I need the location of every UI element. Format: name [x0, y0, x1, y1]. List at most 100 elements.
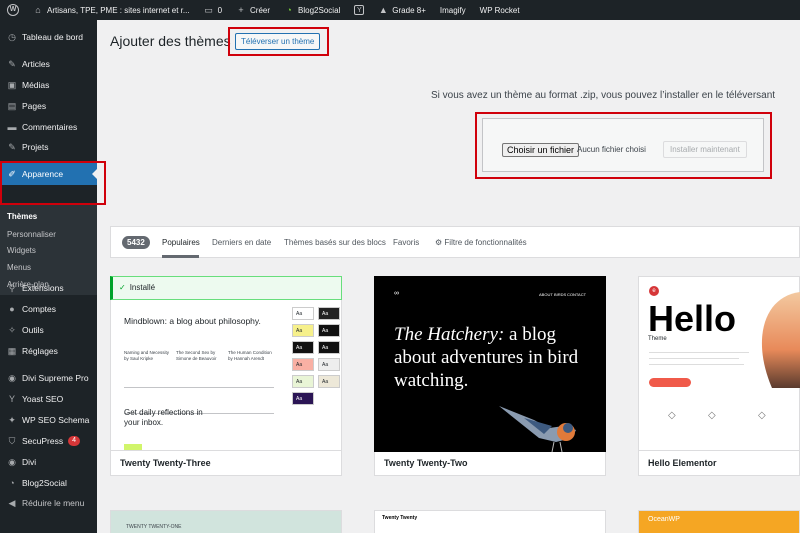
submenu-customize[interactable]: Personnaliser — [7, 230, 56, 239]
collapse-icon: ◀ — [8, 498, 16, 508]
wprocket-menu[interactable]: WP Rocket — [473, 0, 527, 20]
theme-name: Twenty Twenty-Three — [111, 450, 341, 475]
wordpress-icon: W — [7, 4, 19, 16]
imagify-label: Imagify — [439, 5, 466, 15]
sidebar-item-label: Commentaires — [22, 122, 78, 132]
wordpress-logo-menu[interactable]: W — [0, 0, 26, 20]
sidebar-item-articles[interactable]: ✎ Articles — [0, 55, 97, 73]
sidebar-item-plugins[interactable]: ⚲ Extensions — [0, 279, 97, 297]
sidebar-item-blog2social[interactable]: ◔ Blog2Social — [0, 474, 97, 492]
sidebar-item-label: Apparence — [22, 169, 64, 179]
preview-text-line — [649, 352, 749, 353]
theme-name: Twenty Twenty-Two — [375, 450, 605, 475]
admin-sidebar: ◷ Tableau de bord ✎ Articles ▣ Médias ▤ Page… — [0, 20, 97, 533]
install-now-button[interactable]: Installer maintenant — [663, 141, 747, 158]
sidebar-item-label: Divi Supreme Pro — [22, 373, 89, 383]
sidebar-item-label: Projets — [22, 142, 49, 152]
tab-block-themes[interactable]: Thèmes basés sur des blocs — [284, 238, 386, 247]
dashboard-icon: ◷ — [8, 32, 16, 42]
theme-name: Hello Elementor — [639, 450, 799, 475]
sidebar-item-comments[interactable]: ▬ Commentaires — [0, 118, 97, 136]
theme-count-badge: 5432 — [122, 236, 150, 249]
preview-headline: Hello — [648, 298, 737, 339]
choose-file-button[interactable]: Choisir un fichier — [502, 143, 580, 157]
preview-site-title: TWENTY TWENTY-ONE — [126, 524, 182, 530]
style-swatch: Aa — [292, 358, 314, 371]
sidebar-item-label: Extensions — [22, 283, 64, 293]
plus-icon: + — [238, 5, 244, 15]
submenu-widgets[interactable]: Widgets — [7, 246, 36, 255]
sidebar-item-label: Tableau de bord — [22, 32, 83, 42]
sidebar-item-label: Comptes — [22, 304, 57, 314]
page-icon: ▤ — [7, 101, 17, 111]
sidebar-item-label: Articles — [22, 59, 50, 69]
preview-headline-em: The Hatchery: — [394, 324, 505, 345]
blog2social-menu[interactable]: ◔ Blog2Social — [277, 0, 347, 20]
preview-post: Naming and Necessity by Saul Kripke — [124, 350, 170, 361]
sidebar-item-label: Blog2Social — [22, 478, 67, 488]
divi-icon: ◉ — [8, 373, 16, 383]
sidebar-item-yoast[interactable]: Y Yoast SEO — [0, 390, 97, 408]
grade-menu[interactable]: ▲ Grade 8+ — [371, 0, 433, 20]
logo-icon: ∞ — [394, 290, 399, 297]
sidebar-item-label: Outils — [22, 325, 44, 335]
imagify-menu[interactable]: Imagify — [433, 0, 473, 20]
gear-icon: ⚙ — [435, 238, 443, 247]
schema-icon: ✦ — [8, 415, 16, 425]
sidebar-item-users[interactable]: ● Comptes — [0, 300, 97, 318]
sidebar-item-pages[interactable]: ▤ Pages — [0, 97, 97, 115]
admin-bar: W ⌂ Artisans, TPE, PME : sites internet e… — [0, 0, 800, 20]
sidebar-item-tools[interactable]: ✧ Outils — [0, 321, 97, 339]
sidebar-item-wp-seo-schema[interactable]: ✦ WP SEO Schema — [0, 411, 97, 429]
style-swatch: Aa — [292, 375, 314, 388]
style-swatch: Aa — [318, 341, 340, 354]
sunset-image — [761, 292, 800, 388]
settings-icon: ▦ — [7, 346, 17, 356]
sidebar-item-dashboard[interactable]: ◷ Tableau de bord — [0, 28, 97, 46]
preview-post: The Second Sex by Simone de Beauvoir — [176, 350, 217, 361]
upload-theme-button[interactable]: Téléverser un thème — [235, 33, 321, 50]
create-menu[interactable]: + Créer — [229, 0, 277, 20]
grade-label: Grade 8+ — [392, 5, 426, 15]
sidebar-item-collapse[interactable]: ◀ Réduire le menu — [0, 494, 97, 512]
sidebar-item-secupress[interactable]: ⛉ SecuPress 4 — [0, 432, 97, 450]
yoast-menu[interactable]: Y — [347, 0, 371, 20]
installed-notice: ✓ Installé — [110, 276, 342, 300]
site-name-label: Artisans, TPE, PME : sites internet et r… — [47, 5, 190, 15]
style-swatch: Aa — [292, 324, 314, 337]
feature-filter-button[interactable]: ⚙ Filtre de fonctionnalités — [435, 238, 527, 247]
b2s-icon: ◔ — [9, 478, 15, 488]
submenu-themes[interactable]: Thèmes — [7, 212, 37, 221]
comment-icon: ▭ — [204, 5, 213, 15]
user-icon: ● — [9, 304, 15, 314]
submenu-menus[interactable]: Menus — [7, 263, 31, 272]
preview-headline: Mindblown: a blog about philosophy. — [124, 316, 261, 326]
brush-icon: ✐ — [8, 169, 16, 179]
theme-card-twenty-twenty[interactable] — [374, 510, 606, 533]
wprocket-label: WP Rocket — [479, 5, 520, 15]
pyramid-icon: ▲ — [378, 5, 388, 15]
tab-popular[interactable]: Populaires — [162, 238, 200, 247]
comments-count: 0 — [217, 5, 223, 15]
sidebar-item-settings[interactable]: ▦ Réglages — [0, 342, 97, 360]
style-swatch: Aa — [318, 358, 340, 371]
tab-latest[interactable]: Derniers en date — [212, 238, 271, 247]
bird-illustration — [499, 406, 576, 452]
sidebar-item-label: Réduire le menu — [22, 498, 85, 508]
comment-icon: ▬ — [7, 122, 17, 132]
sidebar-item-divi[interactable]: ◉ Divi — [0, 453, 97, 471]
sidebar-item-projects[interactable]: ✎ Projets — [0, 138, 97, 156]
media-icon: ▣ — [7, 80, 17, 90]
feature-icon: ◇ — [758, 410, 766, 421]
preview-text-line — [649, 358, 739, 359]
tab-favorites[interactable]: Favoris — [393, 238, 419, 247]
comments-menu[interactable]: ▭ 0 — [197, 0, 229, 20]
style-swatch: Aa — [318, 324, 340, 337]
blog2social-label: Blog2Social — [298, 5, 341, 15]
wrench-icon: ✧ — [8, 325, 16, 335]
sidebar-item-media[interactable]: ▣ Médias — [0, 76, 97, 94]
sidebar-item-appearance[interactable]: ✐ Apparence — [0, 163, 97, 185]
elementor-icon: e — [649, 286, 659, 296]
site-name-menu[interactable]: ⌂ Artisans, TPE, PME : sites internet et … — [26, 0, 197, 20]
sidebar-item-divi-supreme[interactable]: ◉ Divi Supreme Pro — [0, 369, 97, 387]
